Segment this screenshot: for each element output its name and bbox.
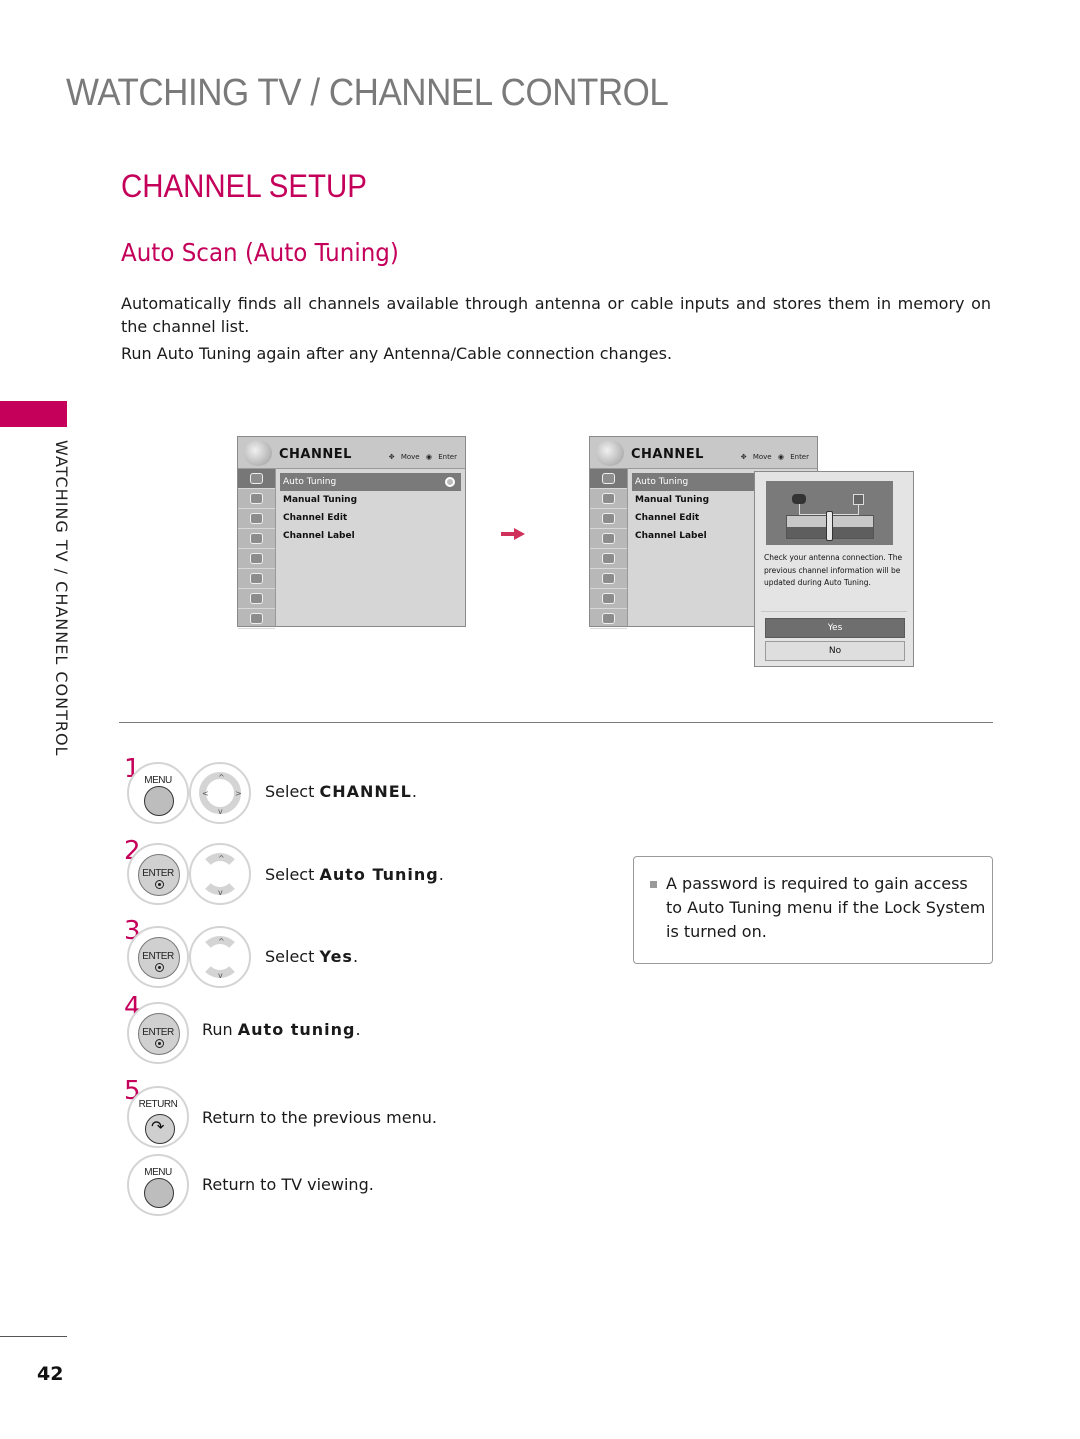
option-icon[interactable] [238, 549, 275, 569]
menu-header: CHANNEL ✥ Move ◉ Enter [590, 437, 817, 469]
option-icon[interactable] [590, 549, 627, 569]
step-instruction: Select CHANNEL. [265, 782, 417, 801]
note-box: A password is required to gain access to… [633, 856, 993, 964]
input-icon[interactable] [238, 589, 275, 609]
bullet-icon [650, 881, 657, 888]
enter-icon: ◉ [777, 453, 784, 461]
menu-item-channel-label[interactable]: Channel Label [280, 527, 461, 545]
picture-icon[interactable] [590, 489, 627, 509]
page-title: CHANNEL SETUP [121, 168, 367, 204]
description-paragraph: Run Auto Tuning again after any Antenna/… [121, 344, 673, 363]
navigation-pad-icon: ^ v < > [189, 762, 251, 824]
menu-title: CHANNEL [279, 447, 352, 462]
note-text: A password is required to gain access to… [666, 874, 986, 941]
lock-icon[interactable] [590, 569, 627, 589]
enter-icon: ◉ [425, 453, 432, 461]
usb-icon[interactable] [590, 609, 627, 629]
channel-icon[interactable] [238, 469, 275, 489]
up-down-button-icon: ^ v [189, 926, 251, 988]
audio-icon[interactable] [590, 509, 627, 529]
step-instruction: Run Auto tuning. [202, 1020, 361, 1039]
move-icon: ✥ [388, 453, 395, 461]
auto-tuning-confirm-dialog: Check your antenna connection. The previ… [754, 471, 914, 667]
menu-button: MENU [127, 762, 189, 824]
section-title: WATCHING TV / CHANNEL CONTROL [66, 72, 669, 114]
hint-enter: Enter [438, 453, 457, 461]
arrow-right-icon [501, 528, 525, 540]
up-down-button-icon: ^ v [189, 843, 251, 905]
enter-button: ENTER [127, 1002, 189, 1064]
menu-icon-column [590, 469, 628, 629]
satellite-dish-icon [596, 440, 624, 466]
side-tab-marker [0, 401, 67, 427]
menu-icon-column [238, 469, 276, 629]
step-instruction: Select Yes. [265, 947, 359, 966]
subsection-title: Auto Scan (Auto Tuning) [121, 238, 399, 267]
side-tab-label: WATCHING TV / CHANNEL CONTROL [52, 440, 71, 757]
satellite-dish-icon [244, 440, 272, 466]
select-indicator-icon [445, 477, 455, 487]
menu-item-label: Auto Tuning [283, 477, 337, 487]
step-instruction: Return to TV viewing. [202, 1175, 374, 1194]
hint-move: Move [400, 453, 420, 461]
section-divider [119, 722, 993, 723]
input-icon[interactable] [590, 589, 627, 609]
menu-items: Auto Tuning Manual Tuning Channel Edit C… [280, 473, 461, 545]
description-paragraph: Automatically finds all channels availab… [121, 294, 991, 336]
menu-item-auto-tuning[interactable]: Auto Tuning [280, 473, 461, 491]
tv-menu-channel: CHANNEL ✥ Move ◉ Enter Auto Tuning Manua… [237, 436, 466, 629]
step-instruction: Select Auto Tuning. [265, 865, 444, 884]
time-icon[interactable] [238, 529, 275, 549]
hint-enter: Enter [790, 453, 809, 461]
hint-move: Move [752, 453, 772, 461]
footer-rule [0, 1336, 67, 1337]
move-icon: ✥ [740, 453, 747, 461]
picture-icon[interactable] [238, 489, 275, 509]
dialog-message: Check your antenna connection. The previ… [764, 553, 903, 587]
menu-header: CHANNEL ✥ Move ◉ Enter [238, 437, 465, 469]
menu-title: CHANNEL [631, 447, 704, 462]
menu-item-manual-tuning[interactable]: Manual Tuning [280, 491, 461, 509]
no-button[interactable]: No [765, 641, 905, 661]
dialog-divider [761, 611, 907, 612]
menu-button: MENU [127, 1154, 189, 1216]
time-icon[interactable] [590, 529, 627, 549]
enter-button: ENTER [127, 926, 189, 988]
menu-hint: ✥ Move ◉ Enter [385, 453, 457, 461]
menu-hint: ✥ Move ◉ Enter [737, 453, 809, 461]
lock-icon[interactable] [238, 569, 275, 589]
audio-icon[interactable] [238, 509, 275, 529]
usb-icon[interactable] [238, 609, 275, 629]
page-number: 42 [37, 1363, 64, 1385]
menu-item-channel-edit[interactable]: Channel Edit [280, 509, 461, 527]
yes-button[interactable]: Yes [765, 618, 905, 638]
step-instruction: Return to the previous menu. [202, 1108, 437, 1127]
channel-icon[interactable] [590, 469, 627, 489]
antenna-connection-icon [766, 481, 893, 545]
enter-button: ENTER [127, 843, 189, 905]
return-button: RETURN [127, 1086, 189, 1148]
